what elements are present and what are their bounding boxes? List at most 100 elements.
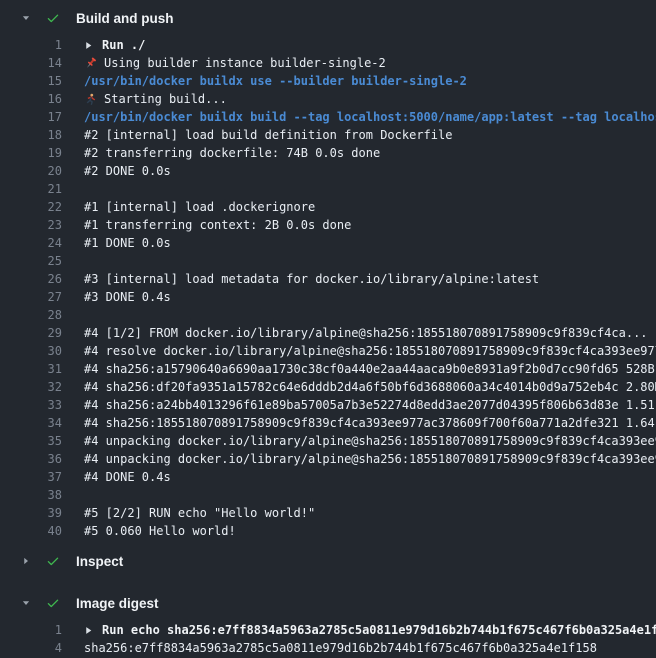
log-line: 39 #5 [2/2] RUN echo "Hello world!" xyxy=(0,504,656,522)
log-text-content: #5 0.060 Hello world! xyxy=(84,524,236,538)
runner-icon xyxy=(84,93,97,106)
section-body-build-and-push: 1 Run ./ 14 Using builder instance builder-… xyxy=(0,36,656,540)
section-header-build-and-push[interactable]: Build and push xyxy=(0,0,656,36)
log-text-content: #4 DONE 0.4s xyxy=(84,470,171,484)
pushpin-icon xyxy=(84,57,97,70)
log-text-content: Run echo sha256:e7ff8834a5963a2785c5a081… xyxy=(102,623,656,637)
log-text-content: #4 sha256:185518070891758909c9f839cf4ca3… xyxy=(84,416,656,430)
log-line: 34 #4 sha256:185518070891758909c9f839cf4c… xyxy=(0,414,656,432)
log-text-content: /usr/bin/docker buildx build --tag local… xyxy=(84,110,656,124)
log-text-content: #1 transferring context: 2B 0.0s done xyxy=(84,218,351,232)
log-text-content: #2 transferring dockerfile: 74B 0.0s don… xyxy=(84,146,380,160)
log-text: /usr/bin/docker buildx use --builder bui… xyxy=(84,74,656,88)
line-number[interactable]: 15 xyxy=(0,74,62,88)
log-text: Run ./ xyxy=(84,38,656,52)
line-number[interactable]: 1 xyxy=(0,38,62,52)
log-text-content: #4 unpacking docker.io/library/alpine@sh… xyxy=(84,434,656,448)
line-number[interactable]: 22 xyxy=(0,200,62,214)
log-text-content: #3 [internal] load metadata for docker.i… xyxy=(84,272,539,286)
check-icon xyxy=(46,11,60,25)
log-line: 15/usr/bin/docker buildx use --builder b… xyxy=(0,72,656,90)
log-line: 25 xyxy=(0,252,656,270)
line-number[interactable]: 27 xyxy=(0,290,62,304)
triangle-down-icon xyxy=(20,598,32,608)
log-text-content: #4 resolve docker.io/library/alpine@sha2… xyxy=(84,344,656,358)
line-number[interactable]: 16 xyxy=(0,92,62,106)
log-text: #4 sha256:185518070891758909c9f839cf4ca3… xyxy=(84,416,656,430)
log-text: #4 sha256:a24bb4013296f61e89ba57005a7b3e… xyxy=(84,398,656,412)
log-line: 17/usr/bin/docker buildx build --tag loc… xyxy=(0,108,656,126)
line-number[interactable]: 4 xyxy=(0,641,62,655)
log-text: #4 sha256:a15790640a6690aa1730c38cf0a440… xyxy=(84,362,656,376)
line-number[interactable]: 24 xyxy=(0,236,62,250)
log-text-content: Run ./ xyxy=(102,38,145,52)
log-text: /usr/bin/docker buildx build --tag local… xyxy=(84,110,656,124)
line-number[interactable]: 33 xyxy=(0,398,62,412)
log-text-content: #2 [internal] load build definition from… xyxy=(84,128,452,142)
expand-group-icon[interactable] xyxy=(84,41,93,50)
workflow-job-log: Build and push1Run ./14Using builder ins… xyxy=(0,0,656,657)
line-number[interactable]: 30 xyxy=(0,344,62,358)
line-number[interactable]: 32 xyxy=(0,380,62,394)
log-line: 27 #3 DONE 0.4s xyxy=(0,288,656,306)
line-number[interactable]: 31 xyxy=(0,362,62,376)
log-text-content: #4 sha256:a15790640a6690aa1730c38cf0a440… xyxy=(84,362,656,376)
line-number[interactable]: 1 xyxy=(0,623,62,637)
log-text: #3 [internal] load metadata for docker.i… xyxy=(84,272,656,286)
log-text: sha256:e7ff8834a5963a2785c5a0811e979d16b… xyxy=(84,641,656,655)
line-number[interactable]: 26 xyxy=(0,272,62,286)
log-text-content: Starting build... xyxy=(104,92,227,106)
log-text-content: #3 DONE 0.4s xyxy=(84,290,171,304)
log-text-content: /usr/bin/docker buildx use --builder bui… xyxy=(84,74,467,88)
log-line: 38 xyxy=(0,486,656,504)
log-text: #4 unpacking docker.io/library/alpine@sh… xyxy=(84,452,656,466)
log-text-content: Using builder instance builder-single-2 xyxy=(104,56,386,70)
line-number[interactable]: 36 xyxy=(0,452,62,466)
line-number[interactable]: 18 xyxy=(0,128,62,142)
line-number[interactable]: 38 xyxy=(0,488,62,502)
log-text: #4 unpacking docker.io/library/alpine@sh… xyxy=(84,434,656,448)
line-number[interactable]: 25 xyxy=(0,254,62,268)
log-line: 1 Run echo sha256:e7ff8834a5963a2785c5a08… xyxy=(0,621,656,639)
section-body-image-digest: 1 Run echo sha256:e7ff8834a5963a2785c5a08… xyxy=(0,621,656,657)
section-header-inspect[interactable]: Inspect xyxy=(0,543,656,579)
log-line: 18 #2 [internal] load build definition fr… xyxy=(0,126,656,144)
line-number[interactable]: 34 xyxy=(0,416,62,430)
log-line: 35 #4 unpacking docker.io/library/alpine@… xyxy=(0,432,656,450)
line-number[interactable]: 17 xyxy=(0,110,62,124)
log-line: 31 #4 sha256:a15790640a6690aa1730c38cf0a4… xyxy=(0,360,656,378)
log-text: #2 [internal] load build definition from… xyxy=(84,128,656,142)
check-icon xyxy=(46,596,60,610)
log-text-content: sha256:e7ff8834a5963a2785c5a0811e979d16b… xyxy=(84,641,597,655)
log-line: 23 #1 transferring context: 2B 0.0s done xyxy=(0,216,656,234)
log-text-content: #5 [2/2] RUN echo "Hello world!" xyxy=(84,506,315,520)
line-number[interactable]: 21 xyxy=(0,182,62,196)
log-line: 24 #1 DONE 0.0s xyxy=(0,234,656,252)
log-text-content: #4 sha256:a24bb4013296f61e89ba57005a7b3e… xyxy=(84,398,656,412)
log-text: #3 DONE 0.4s xyxy=(84,290,656,304)
log-line: 37 #4 DONE 0.4s xyxy=(0,468,656,486)
log-line: 22 #1 [internal] load .dockerignore xyxy=(0,198,656,216)
line-number[interactable]: 14 xyxy=(0,56,62,70)
section-header-image-digest[interactable]: Image digest xyxy=(0,585,656,621)
log-text: #4 [1/2] FROM docker.io/library/alpine@s… xyxy=(84,326,656,340)
triangle-right-icon xyxy=(20,556,32,566)
log-text-content: #1 [internal] load .dockerignore xyxy=(84,200,315,214)
log-line: 26 #3 [internal] load metadata for docker… xyxy=(0,270,656,288)
line-number[interactable]: 37 xyxy=(0,470,62,484)
log-text-content: #1 DONE 0.0s xyxy=(84,236,171,250)
log-line: 16 Starting build... xyxy=(0,90,656,108)
section-title: Build and push xyxy=(76,11,174,26)
line-number[interactable]: 23 xyxy=(0,218,62,232)
expand-group-icon[interactable] xyxy=(84,626,93,635)
line-number[interactable]: 28 xyxy=(0,308,62,322)
line-number[interactable]: 19 xyxy=(0,146,62,160)
line-number[interactable]: 29 xyxy=(0,326,62,340)
line-number[interactable]: 20 xyxy=(0,164,62,178)
line-number[interactable]: 39 xyxy=(0,506,62,520)
log-line: 20#2 DONE 0.0s xyxy=(0,162,656,180)
line-number[interactable]: 40 xyxy=(0,524,62,538)
log-line: 40 #5 0.060 Hello world! xyxy=(0,522,656,540)
log-line: 30 #4 resolve docker.io/library/alpine@sh… xyxy=(0,342,656,360)
line-number[interactable]: 35 xyxy=(0,434,62,448)
